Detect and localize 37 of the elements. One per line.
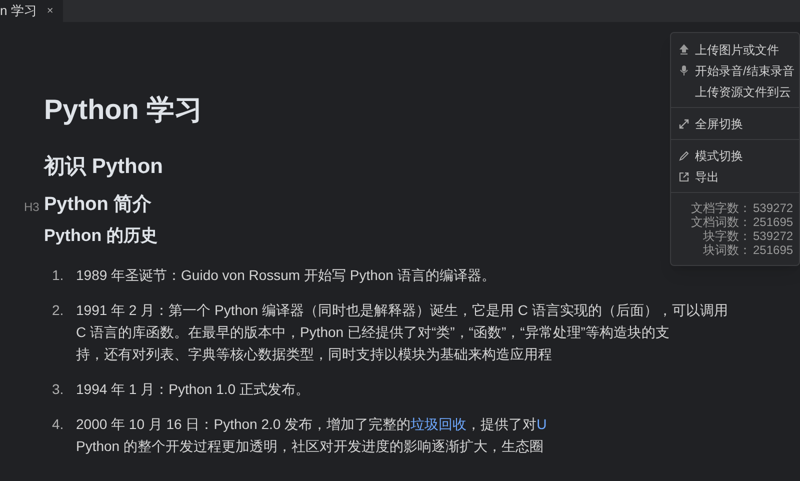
menu-item[interactable]: 上传图片或文件 <box>671 39 799 60</box>
editor-tab[interactable]: n 学习 × <box>0 0 64 22</box>
pencil-icon <box>679 150 689 160</box>
expand-icon <box>679 118 689 128</box>
tab-label: n 学习 <box>0 2 37 20</box>
stat-value: 539272 <box>753 201 794 215</box>
list-number: 1. <box>51 266 65 285</box>
menu-item[interactable]: 模式切换 <box>671 145 799 166</box>
list-item-text: 1991 年 2 月：第一个 Python 编译器（同时也是解释器）诞生，它是用 C 语言实现的（后面），可以调用 C 语言的库函数。在最早的版本中，Python 已经提供了对“类”，“函数”，“异常处理”等构造块的支 持，还有对列表、字典等核心数据类型，同时支持以模块为基础来构造应用程 <box>76 301 728 364</box>
link[interactable]: U <box>536 416 547 432</box>
stat-label: 文档字数： <box>690 201 751 215</box>
list-number: 4. <box>51 415 65 434</box>
list-item-text: 2000 年 10 月 16 日：Python 2.0 发布，增加了完整的垃圾回收，提供了对U Python 的整个开发过程更加透明，社区对开发进度的影响逐渐扩大，生态圈 <box>76 415 547 456</box>
link[interactable]: 垃圾回收 <box>410 416 467 432</box>
heading: Python 简介 <box>44 193 152 217</box>
menu-item[interactable]: 开始录音/结束录音 <box>671 60 799 81</box>
menu-item[interactable]: 上传资源文件到云 <box>671 81 799 102</box>
stat-value: 539272 <box>753 229 794 243</box>
external-link-icon <box>679 172 689 182</box>
menu-item[interactable]: 导出 <box>671 166 799 187</box>
menu-item[interactable]: 全屏切换 <box>671 113 799 134</box>
list-number: 2. <box>51 301 65 320</box>
heading: 初识 Python <box>44 154 163 180</box>
heading-level-marker: H3 <box>24 199 40 216</box>
stat-value: 251695 <box>753 215 794 229</box>
list-item-text: 1994 年 1 月：Python 1.0 正式发布。 <box>76 380 310 399</box>
list-number: 3. <box>51 380 65 399</box>
list-item-text: 1989 年圣诞节：Guido von Rossum 开始写 Python 语言的编译器。 <box>76 266 496 285</box>
stat-label: 文档词数： <box>690 215 751 229</box>
heading: Python 学习 <box>44 93 203 127</box>
stat-label: 块词数： <box>702 243 751 257</box>
close-button[interactable]: × <box>46 2 54 20</box>
upload-icon <box>679 44 689 55</box>
stat-value: 251695 <box>753 243 794 257</box>
stat-label: 块字数： <box>702 229 751 243</box>
microphone-icon <box>679 65 689 76</box>
heading: Python 的历史 <box>44 225 158 247</box>
